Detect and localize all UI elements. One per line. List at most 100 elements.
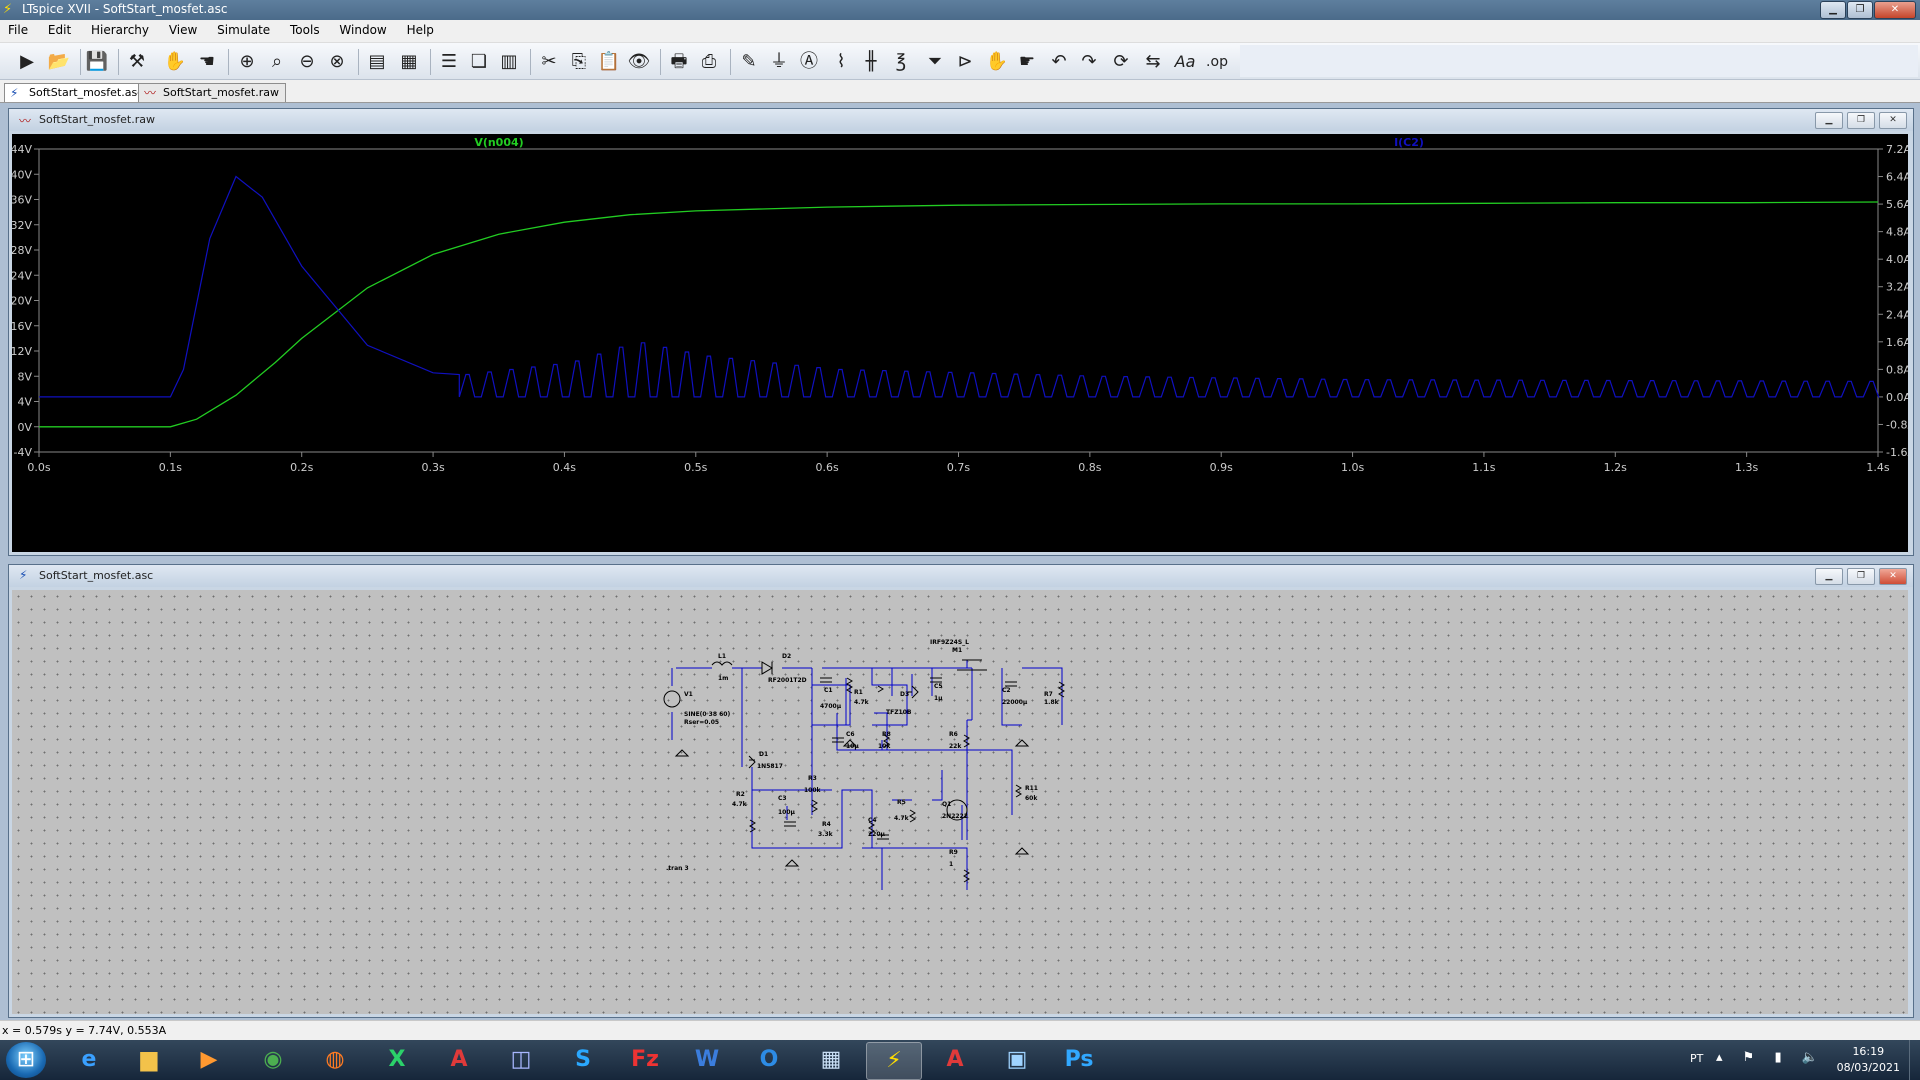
label-D1-value: 1N5817 [757, 763, 783, 770]
filezilla-icon[interactable]: Fz [618, 1042, 672, 1078]
capacitor-icon[interactable]: ╫ [858, 49, 884, 75]
ground-icon[interactable]: ⏚ [766, 49, 792, 75]
open-icon[interactable]: 📂 [46, 49, 72, 75]
tile-horizontal-icon[interactable]: ☰ [436, 49, 462, 75]
menu-hierarchy[interactable]: Hierarchy [83, 20, 157, 37]
print-icon[interactable]: ⎙ [696, 49, 722, 75]
zoom-full-icon[interactable]: ⌕ [264, 49, 290, 75]
start-button[interactable]: ⊞ [6, 1042, 46, 1078]
label-R5: R5 [897, 799, 906, 806]
show-desktop-button[interactable] [1909, 1040, 1920, 1080]
spice-directive[interactable]: .tran 3 [666, 865, 689, 872]
find-icon[interactable]: 👁 [626, 49, 652, 75]
minimize-button[interactable]: ▁ [1815, 568, 1843, 585]
x-tick-label: 0.3s [421, 461, 444, 474]
schematic-canvas[interactable]: L1 1m D2 RF2001T2D V1 SINE(0 38 60) Rser… [12, 590, 1908, 1014]
calculator-icon[interactable]: ▦ [804, 1042, 858, 1078]
x-tick-label: 0.1s [159, 461, 182, 474]
drag-icon[interactable]: ☛ [1014, 49, 1040, 75]
label-icon[interactable]: Ⓐ [796, 49, 822, 75]
schematic-icon: ⚡ [10, 86, 19, 100]
close-button[interactable]: ✕ [1874, 1, 1916, 19]
label-R6-value: 22k [949, 743, 962, 750]
tile-vertical-icon[interactable]: ▥ [496, 49, 522, 75]
diode-icon[interactable]: ⏷ [922, 49, 948, 75]
waveform-window-titlebar[interactable]: 〰 SoftStart_mosfet.raw ▁ ❐ ✕ [9, 109, 1913, 131]
minimize-button[interactable]: ▁ [1820, 1, 1846, 19]
tab-label: SoftStart_mosfet.raw [163, 86, 279, 99]
text-icon[interactable]: Aa [1172, 49, 1198, 75]
file-explorer-icon[interactable]: ▆ [122, 1042, 176, 1078]
waveform-plot[interactable]: 44V 40V 36V 32V 28V 24V 20V 16V 12V 8V 4V 0V -4V 7.2A… [10, 134, 1915, 552]
word-icon[interactable]: W [680, 1042, 734, 1078]
move-icon[interactable]: ✋ [984, 49, 1010, 75]
language-indicator[interactable]: PT [1690, 1052, 1703, 1065]
menu-view[interactable]: View [161, 20, 205, 37]
tray-icons[interactable]: ▴ ⚑ ▮ 🔈 [1716, 1050, 1826, 1065]
wire-icon[interactable]: ✎ [736, 49, 762, 75]
schematic-window-titlebar[interactable]: ⚡ SoftStart_mosfet.asc ▁ ❐ ✕ [9, 565, 1913, 587]
label-R3-value: 100k [804, 787, 822, 794]
tab-waveform[interactable]: 〰 SoftStart_mosfet.raw [138, 83, 286, 102]
halt-icon[interactable]: ✋ [162, 49, 188, 75]
menu-edit[interactable]: Edit [40, 20, 79, 37]
y-left-tick-label: 4V [17, 396, 32, 409]
menu-help[interactable]: Help [399, 20, 442, 37]
run-icon[interactable]: ▶ [14, 49, 40, 75]
control-panel-icon[interactable]: ⚒ [124, 49, 150, 75]
label-V1-rser: Rser=0.05 [684, 719, 719, 726]
inductor-icon[interactable]: ℥ [888, 49, 914, 75]
undo-icon[interactable]: ↶ [1046, 49, 1072, 75]
photoshop-icon[interactable]: Ps [1052, 1042, 1106, 1078]
zoom-cancel-icon[interactable]: ⊗ [324, 49, 350, 75]
restore-button[interactable]: ❐ [1847, 1, 1873, 19]
paste-icon[interactable]: 📋 [596, 49, 622, 75]
menu-tools[interactable]: Tools [282, 20, 328, 37]
schematic-drawing[interactable]: L1 1m D2 RF2001T2D V1 SINE(0 38 60) Rser… [12, 590, 1908, 1014]
remote-desktop-icon[interactable]: ▣ [990, 1042, 1044, 1078]
cascade-icon[interactable]: ❏ [466, 49, 492, 75]
media-player-icon[interactable]: ▶ [182, 1042, 236, 1078]
print-setup-icon[interactable]: 🖶 [666, 49, 692, 75]
waveform-chart[interactable]: 44V 40V 36V 32V 28V 24V 20V 16V 12V 8V 4V 0V -4V 7.2A… [10, 134, 1915, 552]
component-icon[interactable]: ⊳ [952, 49, 978, 75]
minimize-button[interactable]: ▁ [1815, 112, 1843, 129]
menu-file[interactable]: File [0, 20, 36, 37]
access-icon[interactable]: A [432, 1042, 486, 1078]
chrome-icon[interactable]: ◉ [246, 1042, 300, 1078]
ltspice-icon[interactable]: ⚡ [866, 1042, 922, 1080]
clock[interactable]: 16:19 08/03/2021 [1837, 1044, 1900, 1076]
draft-icon[interactable]: ▦ [396, 49, 422, 75]
tab-schematic[interactable]: ⚡ SoftStart_mosfet.asc [4, 83, 151, 102]
skype-icon[interactable]: S [556, 1042, 610, 1078]
maximize-button[interactable]: ❐ [1847, 112, 1875, 129]
project-icon[interactable]: ◫ [494, 1042, 548, 1078]
outlook-icon[interactable]: O [742, 1042, 796, 1078]
copy-icon[interactable]: ⎘ [566, 49, 592, 75]
maximize-button[interactable]: ❐ [1847, 568, 1875, 585]
mirror-icon[interactable]: ⇆ [1140, 49, 1166, 75]
access-icon-2[interactable]: A [928, 1042, 982, 1078]
firefox-icon[interactable]: ◍ [308, 1042, 362, 1078]
zoom-in-icon[interactable]: ⊕ [234, 49, 260, 75]
save-icon[interactable]: 💾 [84, 49, 110, 75]
menu-window[interactable]: Window [331, 20, 394, 37]
close-button[interactable]: ✕ [1879, 112, 1907, 129]
spice-directive-icon[interactable]: .op [1204, 49, 1230, 75]
resistor-icon[interactable]: ⌇ [828, 49, 854, 75]
zoom-out-icon[interactable]: ⊖ [294, 49, 320, 75]
menu-simulate[interactable]: Simulate [209, 20, 278, 37]
rotate-icon[interactable]: ⟳ [1108, 49, 1134, 75]
label-D2: D2 [782, 653, 791, 660]
cut-icon[interactable]: ✂ [536, 49, 562, 75]
x-tick-label: 0.7s [947, 461, 970, 474]
y-right-tick-label: 1.6A [1886, 336, 1908, 349]
excel-icon[interactable]: X [370, 1042, 424, 1078]
redo-icon[interactable]: ↷ [1076, 49, 1102, 75]
internet-explorer-icon[interactable]: e [62, 1042, 116, 1078]
close-button[interactable]: ✕ [1879, 568, 1907, 585]
pan-icon[interactable]: ☚ [194, 49, 220, 75]
label-Q1: Q1 [942, 801, 951, 808]
clock-date: 08/03/2021 [1836, 1061, 1900, 1074]
autorange-icon[interactable]: ▤ [364, 49, 390, 75]
